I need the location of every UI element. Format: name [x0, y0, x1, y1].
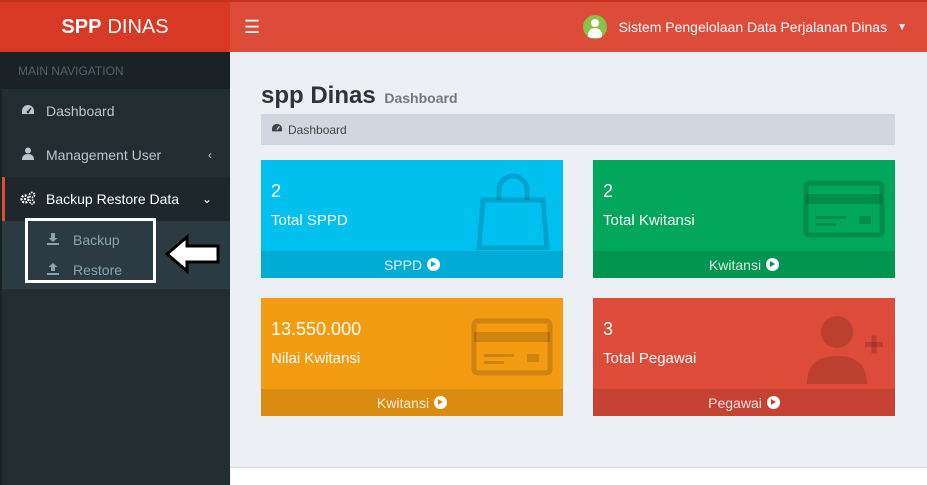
- sidebar-section-header: MAIN NAVIGATION: [2, 52, 230, 89]
- avatar: [582, 15, 607, 39]
- stat-box-pegawai: 3 Total Pegawai Pegawai: [593, 298, 895, 416]
- chevron-left-icon: ‹: [208, 148, 212, 162]
- more-info-link-pegawai[interactable]: Pegawai: [593, 389, 895, 416]
- more-info-link-sppd[interactable]: SPPD: [261, 251, 563, 278]
- arrow-left-icon: [165, 234, 220, 274]
- user-plus-icon: [807, 316, 883, 384]
- sidebar-item-dashboard[interactable]: Dashboard: [2, 89, 230, 133]
- stat-box-sppd: 2 Total SPPD SPPD: [261, 160, 563, 278]
- stat-box-kwitansi: 2 Total Kwitansi Kwitansi: [593, 160, 895, 278]
- dashboard-icon: [271, 123, 283, 136]
- brand-bold: SPP: [61, 15, 102, 38]
- page-title-text: spp Dinas: [261, 82, 376, 109]
- stat-value: 2: [271, 181, 282, 201]
- more-info-label: SPPD: [383, 256, 423, 273]
- page-footer: [231, 467, 927, 485]
- stat-value: 3: [603, 319, 614, 339]
- sidebar-item-backup-restore[interactable]: Backup Restore Data ⌄: [2, 177, 230, 221]
- stat-label: Total Kwitansi: [603, 212, 695, 229]
- arrow-circle-right-icon: [766, 258, 780, 271]
- stat-box-nilai-kwitansi: 13.550.000 Nilai Kwitansi Kwitansi: [261, 298, 563, 416]
- shopping-bag-icon: [476, 173, 550, 250]
- top-navbar: ☰ Sistem Pengelolaan Data Perjalanan Din…: [230, 0, 927, 52]
- user-name: Sistem Pengelolaan Data Perjalanan Dinas: [618, 19, 888, 35]
- stat-label: Total Pegawai: [603, 350, 697, 367]
- more-info-label: Pegawai: [708, 394, 762, 411]
- sidebar-item-label: Backup Restore Data: [46, 191, 180, 207]
- gears-icon: [20, 191, 36, 208]
- sidebar-item-label: Management User: [46, 147, 162, 163]
- user-icon: [20, 147, 36, 163]
- dashboard-icon: [20, 104, 36, 119]
- more-info-label: Kwitansi: [708, 256, 762, 273]
- brand-logo[interactable]: SPP DINAS: [0, 0, 230, 52]
- breadcrumb: Dashboard: [261, 114, 895, 145]
- more-info-link-kwitansi[interactable]: Kwitansi: [593, 251, 895, 278]
- main-content: spp Dinas Dashboard Dashboard 2 Total SP…: [231, 52, 927, 467]
- stat-label: Total SPPD: [271, 212, 348, 229]
- stat-value: 13.550.000: [271, 319, 362, 339]
- more-info-label: Kwitansi: [376, 394, 430, 411]
- page-title: spp Dinas Dashboard: [261, 82, 458, 110]
- stat-value: 2: [603, 181, 614, 201]
- sidebar-item-management-user[interactable]: Management User ‹: [2, 133, 230, 177]
- breadcrumb-item-dashboard[interactable]: Dashboard: [288, 123, 347, 137]
- credit-card-icon: [803, 180, 885, 238]
- highlight-box: [25, 218, 156, 283]
- hamburger-icon[interactable]: ☰: [244, 18, 260, 36]
- arrow-circle-right-icon: [434, 396, 448, 409]
- arrow-circle-right-icon: [427, 258, 441, 271]
- user-menu[interactable]: Sistem Pengelolaan Data Perjalanan Dinas…: [582, 15, 907, 39]
- chevron-down-icon: ▼: [897, 21, 907, 33]
- credit-card-icon: [471, 318, 553, 376]
- arrow-circle-right-icon: [766, 396, 780, 409]
- stat-label: Nilai Kwitansi: [271, 350, 361, 367]
- brand-rest: DINAS: [107, 15, 169, 38]
- page-subtitle: Dashboard: [384, 90, 458, 106]
- more-info-link-nilai-kwitansi[interactable]: Kwitansi: [261, 389, 563, 416]
- sidebar-item-label: Dashboard: [46, 103, 115, 119]
- chevron-down-icon: ⌄: [201, 192, 212, 206]
